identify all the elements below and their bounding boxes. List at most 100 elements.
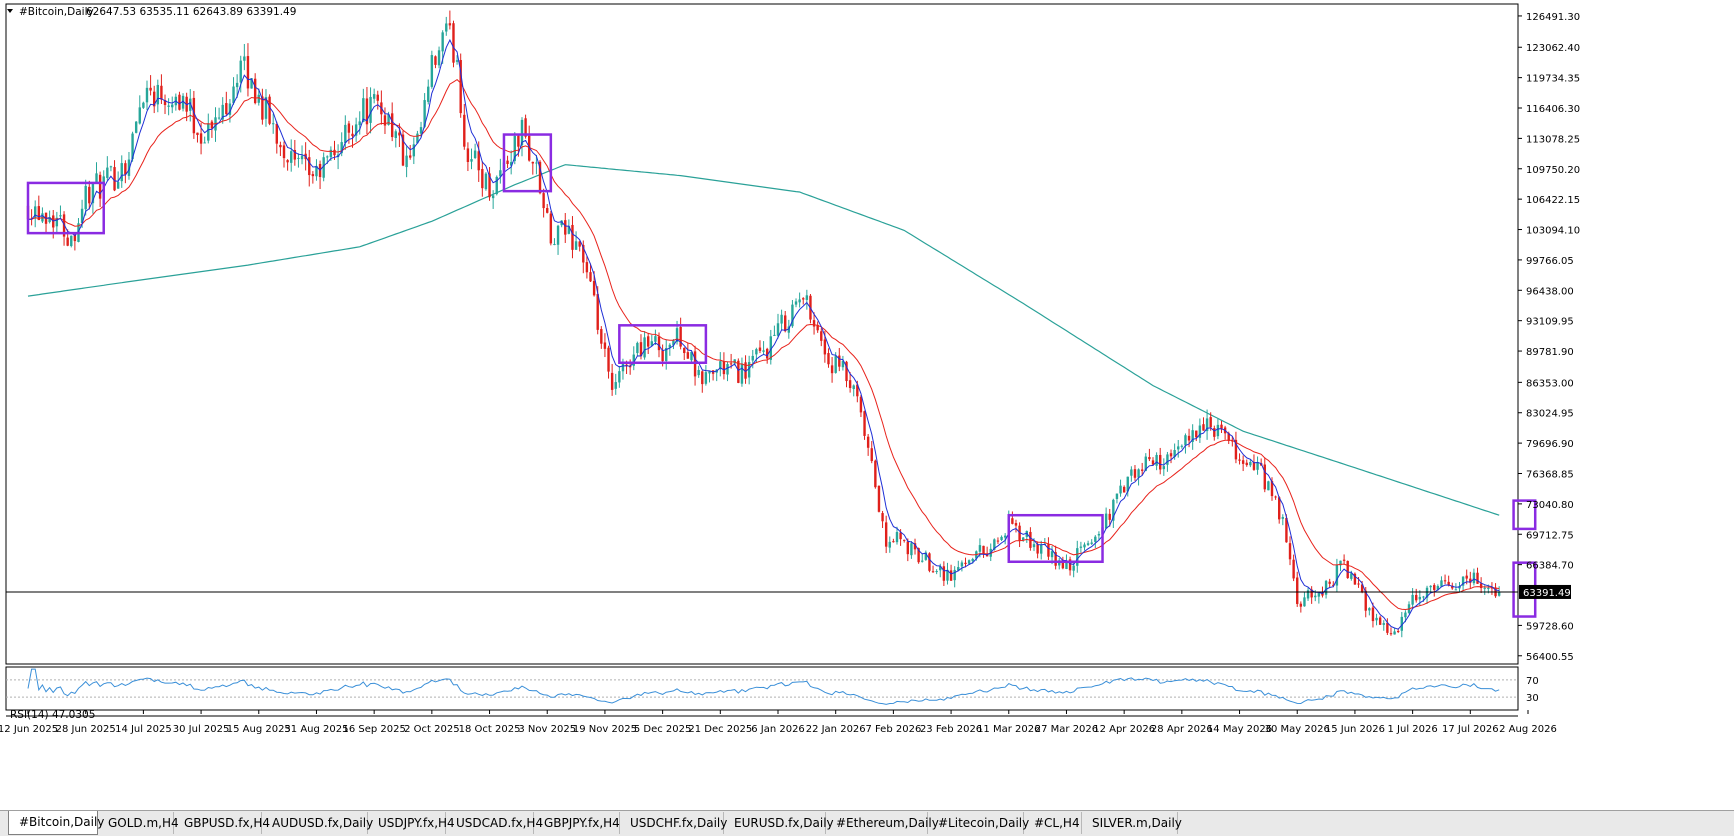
candle-body	[477, 151, 480, 171]
candle-body	[942, 566, 946, 581]
candle-body	[1050, 551, 1054, 558]
candle-body	[405, 155, 408, 168]
time-tick-label: 27 Mar 2026	[1035, 724, 1098, 735]
candle-body	[1497, 591, 1501, 596]
tab-gold-m-h4[interactable]: GOLD.m,H4	[98, 812, 179, 834]
candle-body	[1195, 430, 1198, 438]
tab-usdcad-fx-h4[interactable]: USDCAD.fx,H4	[446, 812, 543, 834]
chart-canvas[interactable]: 63391.49 126491.30 123062.40 119734.35 1164…	[0, 0, 1734, 810]
tab-silver-m-daily[interactable]: SILVER.m,Daily	[1082, 812, 1182, 834]
candle-body	[473, 150, 477, 158]
candle-body	[1267, 481, 1270, 491]
time-tick-label: 30 May 2026	[1265, 724, 1330, 735]
candle-body	[1086, 543, 1090, 545]
candle-body	[1187, 435, 1191, 441]
time-tick-label: 19 Nov 2025	[573, 724, 637, 735]
candle-body	[571, 224, 574, 250]
time-tick-label: 12 Jun 2025	[0, 724, 58, 735]
candle-body	[899, 532, 902, 540]
candle-body	[1476, 572, 1479, 584]
candle-body	[484, 173, 488, 190]
price-tick-label: 123062.40	[1526, 43, 1580, 54]
candle-body	[1422, 596, 1425, 598]
candle-body	[1375, 617, 1378, 621]
chart-frame	[5, 3, 1519, 717]
candle-body	[553, 244, 556, 246]
price-tick-label: 86353.00	[1526, 378, 1574, 389]
candle-body	[802, 298, 805, 300]
candle-body	[1076, 548, 1079, 566]
candle-body	[445, 23, 448, 32]
candle-body	[895, 532, 899, 543]
candle-body	[1274, 496, 1277, 498]
candle-body	[589, 272, 592, 282]
candle-body	[1389, 633, 1393, 635]
candle-body	[866, 436, 870, 448]
candle-body	[881, 513, 884, 522]
candle-body	[834, 356, 837, 373]
candle-body	[1032, 544, 1036, 548]
candle-body	[430, 55, 434, 87]
candle-body	[1443, 580, 1447, 582]
candle-body	[794, 301, 798, 305]
price-tick-label: 73040.80	[1526, 500, 1574, 511]
tab-cl-h4[interactable]: #CL,H4	[1024, 812, 1082, 834]
candle-body	[506, 160, 509, 164]
candle-body	[773, 334, 776, 336]
candle-body	[286, 160, 289, 163]
candle-body	[1220, 424, 1223, 429]
candle-body	[1169, 453, 1173, 457]
candle-body	[199, 133, 203, 144]
candle-body	[531, 161, 535, 164]
candle-body	[311, 174, 315, 177]
candle-body	[740, 363, 744, 384]
candle-body	[1162, 466, 1166, 470]
tab-usdchf-fx-daily[interactable]: USDCHF.fx,Daily	[620, 812, 727, 834]
candle-body	[1238, 459, 1241, 461]
candle-body	[207, 123, 210, 141]
candle-body	[874, 460, 877, 488]
candle-body	[888, 541, 891, 548]
chart-header: #Bitcoin,Daily 62647.53 63535.11 62643.8…	[7, 6, 296, 18]
candle-body	[145, 87, 149, 103]
time-axis: 12 Jun 202528 Jun 2025 14 Jul 2025 30 Jul …	[0, 710, 1557, 735]
candle-body	[585, 262, 589, 273]
tab-gbpusd-fx-h4[interactable]: GBPUSD.fx,H4	[174, 812, 270, 834]
tab-gbpjpy-fx-h4[interactable]: GBPJPY.fx,H4	[534, 812, 620, 834]
candle-body	[463, 114, 466, 147]
candle-body	[1133, 469, 1137, 478]
tab-usdjpy-fx-h4[interactable]: USDJPY.fx,H4	[368, 812, 455, 834]
candle-body	[646, 336, 650, 347]
candle-body	[1140, 469, 1144, 471]
tab-eurusd-fx-daily[interactable]: EURUSD.fx,Daily	[724, 812, 834, 834]
candle-body	[358, 121, 361, 126]
candle-body	[235, 82, 239, 88]
candle-body	[120, 163, 123, 182]
candle-body	[729, 363, 733, 365]
candle-body	[978, 545, 982, 552]
candle-body	[1115, 493, 1119, 500]
tab-litecoin-daily[interactable]: #Litecoin,Daily	[928, 812, 1029, 834]
candle-body	[466, 148, 470, 162]
candle-body	[326, 156, 329, 158]
candle-body	[708, 371, 711, 374]
candle-body	[109, 166, 113, 168]
candle-body	[1278, 497, 1281, 520]
candle-body	[1296, 577, 1299, 604]
tab-audusd-fx-daily[interactable]: AUDUSD.fx,Daily	[262, 812, 373, 834]
candle-body	[59, 215, 62, 217]
tab-ethereum-daily[interactable]: #Ethereum,Daily	[826, 812, 939, 834]
candle-body	[217, 117, 221, 119]
time-tick-label: 14 Jul 2025	[115, 724, 172, 735]
candle-body	[798, 299, 801, 303]
candle-body	[1418, 596, 1422, 600]
price-tick-label: 56400.55	[1526, 652, 1574, 663]
candle-body	[574, 241, 578, 250]
candle-body	[290, 151, 293, 163]
candle-body	[1177, 446, 1180, 450]
candle-body	[654, 336, 657, 342]
tab-bitcoin-daily[interactable]: #Bitcoin,Daily	[8, 811, 104, 835]
candle-body	[1368, 608, 1371, 611]
candle-body	[1184, 435, 1187, 446]
chart-window[interactable]: 63391.49 126491.30 123062.40 119734.35 1164…	[0, 0, 1734, 810]
